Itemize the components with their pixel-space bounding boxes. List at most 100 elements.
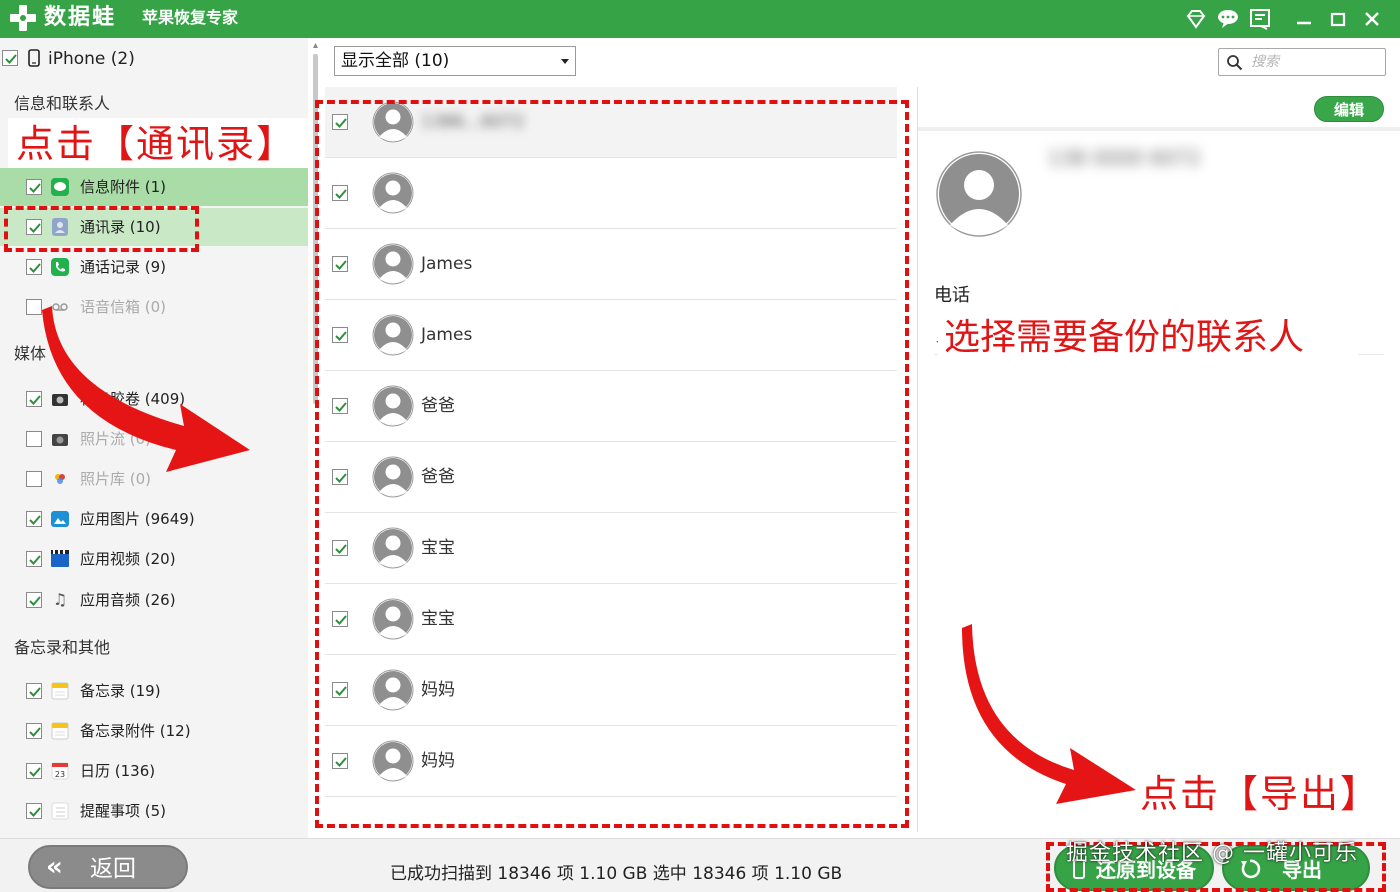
section-title-notes-other: 备忘录和其他	[14, 638, 111, 657]
device-checkbox[interactable]	[2, 50, 18, 66]
contact-row[interactable]: 妈妈	[325, 655, 897, 726]
sidebar-item-notes-attachments[interactable]: 备忘录附件 (12)	[0, 712, 308, 750]
contact-avatar-icon	[372, 527, 414, 569]
contact-name: 妈妈	[421, 751, 455, 771]
contacts-list: 1386…6072 James James 爸爸 爸爸 宝宝 宝宝 妈妈 妈妈	[325, 87, 910, 832]
annotation-select-contacts: 选择需要备份的联系人	[944, 317, 1305, 358]
sidebar-item-notes[interactable]: 备忘录 (19)	[0, 672, 308, 710]
sidebar-item-label: 应用图片 (9649)	[80, 510, 195, 528]
svg-text:23: 23	[55, 770, 65, 779]
item-checkbox[interactable]	[26, 551, 42, 567]
contact-avatar-icon	[372, 385, 414, 427]
contact-row[interactable]: 爸爸	[325, 371, 897, 442]
item-checkbox[interactable]	[26, 259, 42, 275]
contact-checkbox[interactable]	[332, 398, 348, 414]
filter-selected-value: 显示全部 (10)	[341, 51, 450, 71]
contact-row[interactable]	[325, 158, 897, 229]
item-checkbox[interactable]	[26, 803, 42, 819]
red-arrow-icon	[42, 306, 250, 472]
minimize-icon[interactable]	[1292, 7, 1316, 31]
search-input[interactable]	[1251, 52, 1379, 72]
sidebar-item-label: 提醒事项 (5)	[80, 802, 167, 820]
contact-row[interactable]: 宝宝	[325, 584, 897, 655]
contact-checkbox[interactable]	[332, 256, 348, 272]
detail-header-divider	[918, 127, 1400, 131]
item-checkbox[interactable]	[26, 683, 42, 699]
app-photos-icon	[51, 511, 69, 527]
sidebar-item-label: 备忘录 (19)	[80, 682, 161, 700]
edit-button[interactable]: 编辑	[1314, 96, 1384, 122]
red-arrow-icon	[962, 624, 1136, 804]
contact-name: 爸爸	[421, 396, 455, 416]
contact-avatar-icon	[372, 456, 414, 498]
annotation-click-export: 点击【导出】	[1140, 772, 1381, 816]
sidebar-item-calendar[interactable]: 23 日历 (136)	[0, 752, 308, 790]
contact-row[interactable]: 宝宝	[325, 513, 897, 584]
message-icon	[51, 178, 69, 196]
item-checkbox[interactable]	[26, 511, 42, 527]
contact-checkbox[interactable]	[332, 682, 348, 698]
app-window: 数据蛙 苹果恢复专家 iPhone (2) 信息和联系人 信息附件 (1) 通讯…	[0, 0, 1400, 892]
contact-row[interactable]: James	[325, 300, 897, 371]
watermark: 掘金技术社区 @ 一罐小可乐	[1066, 841, 1358, 866]
contact-checkbox[interactable]	[332, 114, 348, 130]
phone-field-label: 电话	[934, 285, 970, 306]
app-logo-icon	[10, 5, 36, 31]
item-checkbox[interactable]	[26, 179, 42, 195]
item-checkbox[interactable]	[26, 763, 42, 779]
chat-icon[interactable]	[1216, 7, 1240, 31]
device-label: iPhone (2)	[48, 49, 135, 69]
contact-name: 妈妈	[421, 680, 455, 700]
double-chevron-left-icon: «	[46, 852, 63, 882]
music-note-icon: ♫	[52, 590, 68, 609]
back-button[interactable]: « 返回	[28, 845, 188, 889]
phone-icon	[51, 258, 69, 276]
sidebar-item-reminders[interactable]: 提醒事项 (5)	[0, 792, 308, 830]
notes-icon	[51, 682, 69, 700]
search-box[interactable]	[1218, 48, 1386, 76]
contact-name: 1386…6072	[421, 112, 525, 132]
contact-avatar-icon	[372, 740, 414, 782]
sidebar-item-label: 应用音频 (26)	[80, 591, 176, 609]
contact-checkbox[interactable]	[332, 185, 348, 201]
sidebar-scrollbar[interactable]	[311, 42, 320, 832]
item-checkbox[interactable]	[26, 723, 42, 739]
sidebar-item-message-attachments[interactable]: 信息附件 (1)	[0, 168, 308, 206]
scan-status-text: 已成功扫描到 18346 项 1.10 GB 选中 18346 项 1.10 G…	[390, 864, 843, 884]
chevron-down-icon	[561, 59, 569, 64]
filter-dropdown[interactable]: 显示全部 (10)	[334, 46, 576, 76]
contact-avatar	[936, 151, 1022, 237]
contact-checkbox[interactable]	[332, 540, 348, 556]
sidebar-item-label: 备忘录附件 (12)	[80, 722, 191, 740]
sidebar-item-app-audio[interactable]: ♫ 应用音频 (26)	[0, 581, 308, 619]
device-row[interactable]: iPhone (2)	[0, 44, 308, 72]
app-video-icon	[51, 550, 69, 567]
contact-checkbox[interactable]	[332, 469, 348, 485]
notes-attachment-icon	[51, 722, 69, 740]
feedback-icon[interactable]	[1248, 7, 1272, 31]
contact-avatar-icon	[372, 101, 414, 143]
close-icon[interactable]	[1360, 7, 1384, 31]
contact-name: James	[421, 254, 473, 274]
contact-row[interactable]: 妈妈	[325, 726, 897, 797]
contact-name: 宝宝	[421, 538, 455, 558]
contact-checkbox[interactable]	[332, 611, 348, 627]
diamond-icon[interactable]	[1184, 7, 1208, 31]
sidebar-item-label: 通话记录 (9)	[80, 258, 167, 276]
annotation-contacts-box	[4, 206, 199, 252]
contact-row[interactable]: 爸爸	[325, 442, 897, 513]
annotation-click-contacts: 点击【通讯录】	[16, 122, 297, 166]
title-bar: 数据蛙 苹果恢复专家	[0, 0, 1400, 38]
contact-row[interactable]: 1386…6072	[325, 87, 897, 158]
contact-name: James	[421, 325, 473, 345]
contact-checkbox[interactable]	[332, 327, 348, 343]
sidebar-item-label: 应用视频 (20)	[80, 550, 176, 568]
sidebar-item-app-photos[interactable]: 应用图片 (9649)	[0, 500, 308, 538]
sidebar-item-call-log[interactable]: 通话记录 (9)	[0, 248, 308, 286]
calendar-icon: 23	[51, 762, 69, 780]
item-checkbox[interactable]	[26, 592, 42, 608]
maximize-icon[interactable]	[1326, 7, 1350, 31]
contact-row[interactable]: James	[325, 229, 897, 300]
contact-checkbox[interactable]	[332, 753, 348, 769]
sidebar-item-app-videos[interactable]: 应用视频 (20)	[0, 540, 308, 578]
